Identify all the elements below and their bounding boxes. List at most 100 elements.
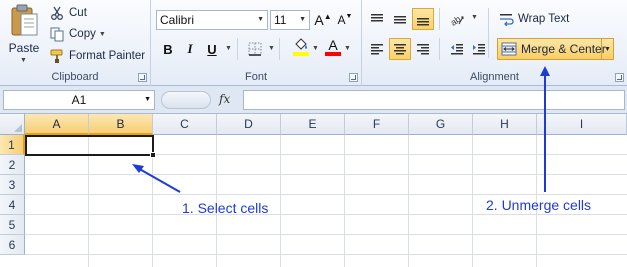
bold-button[interactable]: B (158, 39, 178, 59)
column-header-a[interactable]: A (25, 114, 89, 135)
name-box-dropdown-icon[interactable]: ▼ (144, 96, 151, 103)
step2-annotation: 2. Unmerge cells (486, 197, 592, 213)
font-group: Calibri ▼ 11 ▼ A ▲ A ▼ B I U ▼ ▼ ▼ A ▼ F… (151, 0, 362, 86)
fill-handle[interactable] (150, 152, 156, 158)
grid-row-line (25, 194, 627, 195)
align-center-button[interactable] (389, 38, 411, 60)
font-size-value: 11 (274, 13, 287, 27)
align-bottom-icon (417, 18, 429, 26)
alignment-group: ab ▼ Wrap Text Merge & Center ▼ Alignmen… (362, 0, 627, 86)
name-box[interactable]: A1 ▼ (3, 90, 155, 110)
row-header-6[interactable]: 6 (0, 235, 25, 255)
column-header-b[interactable]: B (89, 114, 153, 135)
underline-dropdown-icon[interactable]: ▼ (225, 45, 232, 52)
underline-icon: U (207, 41, 217, 57)
merge-center-dropdown-icon[interactable]: ▼ (601, 39, 613, 59)
font-size-dropdown-icon[interactable]: ▼ (299, 16, 306, 23)
font-color-dropdown-icon[interactable]: ▼ (344, 45, 351, 52)
merge-cells-icon (501, 41, 517, 57)
align-left-icon (371, 44, 383, 55)
align-top-button[interactable] (366, 8, 388, 30)
paste-button[interactable]: Paste ▼ (4, 3, 44, 64)
align-right-icon (417, 44, 429, 55)
formula-bar-grip[interactable] (161, 91, 211, 109)
wrap-text-icon (498, 11, 514, 27)
orientation-dropdown-icon[interactable]: ▼ (471, 14, 478, 21)
formula-bar: A1 ▼ fx (0, 86, 627, 114)
step1-annotation: 1. Select cells (182, 200, 269, 216)
borders-dropdown-icon[interactable]: ▼ (268, 45, 275, 52)
column-header-h[interactable]: H (473, 114, 537, 135)
row-header-4[interactable]: 4 (0, 195, 25, 215)
grid-row-line (25, 174, 627, 175)
cut-button[interactable]: Cut (49, 3, 87, 23)
excel-window: Paste ▼ Cut Copy ▼ Format Painter Clipbo… (0, 0, 627, 267)
column-header-e[interactable]: E (281, 114, 345, 135)
font-separator (237, 38, 238, 60)
column-header-g[interactable]: G (409, 114, 473, 135)
fill-bucket-icon (295, 38, 307, 50)
fill-color-swatch (293, 52, 309, 56)
grid-row-line (25, 234, 627, 235)
font-size-combo[interactable]: 11 ▼ (270, 10, 310, 30)
align-bottom-button[interactable] (412, 8, 434, 30)
merge-center-label: Merge & Center (521, 42, 606, 56)
column-header-i[interactable]: I (537, 114, 627, 135)
font-separator-2 (279, 38, 280, 60)
font-name-value: Calibri (160, 13, 195, 27)
column-header-f[interactable]: F (345, 114, 409, 135)
scissors-icon (49, 5, 65, 21)
font-color-swatch (325, 52, 341, 56)
column-header-d[interactable]: D (217, 114, 281, 135)
grow-font-icon: A (314, 12, 324, 28)
decrease-indent-button[interactable] (446, 38, 468, 60)
format-painter-icon (49, 48, 65, 64)
font-color-button[interactable]: A (323, 37, 343, 57)
align-left-button[interactable] (366, 38, 388, 60)
increase-indent-button[interactable] (468, 38, 490, 60)
merge-center-button[interactable]: Merge & Center ▼ (497, 38, 614, 60)
formula-input[interactable] (243, 90, 625, 110)
font-name-dropdown-icon[interactable]: ▼ (257, 16, 264, 23)
grow-font-button[interactable]: A ▲ (313, 10, 333, 30)
insert-function-button[interactable]: fx (219, 92, 230, 106)
decrease-indent-icon (451, 44, 463, 55)
increase-indent-icon (473, 44, 485, 55)
italic-button[interactable]: I (180, 39, 200, 59)
select-all-button[interactable] (0, 114, 25, 135)
align-middle-button[interactable] (389, 8, 411, 30)
worksheet-grid[interactable]: ABCDEFGHI 123456 (0, 114, 627, 267)
paste-icon (11, 4, 38, 36)
underline-button[interactable]: U (202, 39, 222, 59)
column-header-c[interactable]: C (153, 114, 217, 135)
format-painter-label: Format Painter (69, 50, 146, 62)
row-header-3[interactable]: 3 (0, 175, 25, 195)
grid-row-line (25, 214, 627, 215)
shrink-font-icon: A (337, 13, 346, 27)
shrink-font-button[interactable]: A ▼ (335, 10, 355, 30)
name-box-value: A1 (71, 93, 87, 107)
wrap-text-button[interactable]: Wrap Text (498, 9, 569, 29)
borders-button[interactable] (245, 39, 265, 59)
format-painter-button[interactable]: Format Painter (49, 46, 145, 66)
row-header-5[interactable]: 5 (0, 215, 25, 235)
alignment-dialog-launcher-icon[interactable] (615, 73, 624, 82)
copy-dropdown-icon[interactable]: ▼ (99, 31, 106, 38)
paste-label: Paste (8, 41, 40, 55)
wrap-text-label: Wrap Text (518, 13, 570, 25)
font-dialog-launcher-icon[interactable] (349, 73, 358, 82)
selected-range-a1-b1[interactable] (25, 135, 154, 156)
borders-icon (248, 42, 262, 56)
fill-color-button[interactable] (291, 37, 311, 57)
row-header-1[interactable]: 1 (0, 135, 25, 155)
fill-color-dropdown-icon[interactable]: ▼ (312, 45, 319, 52)
paste-dropdown-icon[interactable]: ▼ (20, 57, 27, 64)
copy-button[interactable]: Copy ▼ (49, 24, 106, 44)
clipboard-dialog-launcher-icon[interactable] (138, 73, 147, 82)
font-name-combo[interactable]: Calibri ▼ (156, 10, 268, 30)
font-color-icon: A (328, 37, 338, 53)
italic-icon: I (187, 41, 193, 56)
row-header-2[interactable]: 2 (0, 155, 25, 175)
align-right-button[interactable] (412, 38, 434, 60)
orientation-button[interactable]: ab (446, 8, 468, 30)
